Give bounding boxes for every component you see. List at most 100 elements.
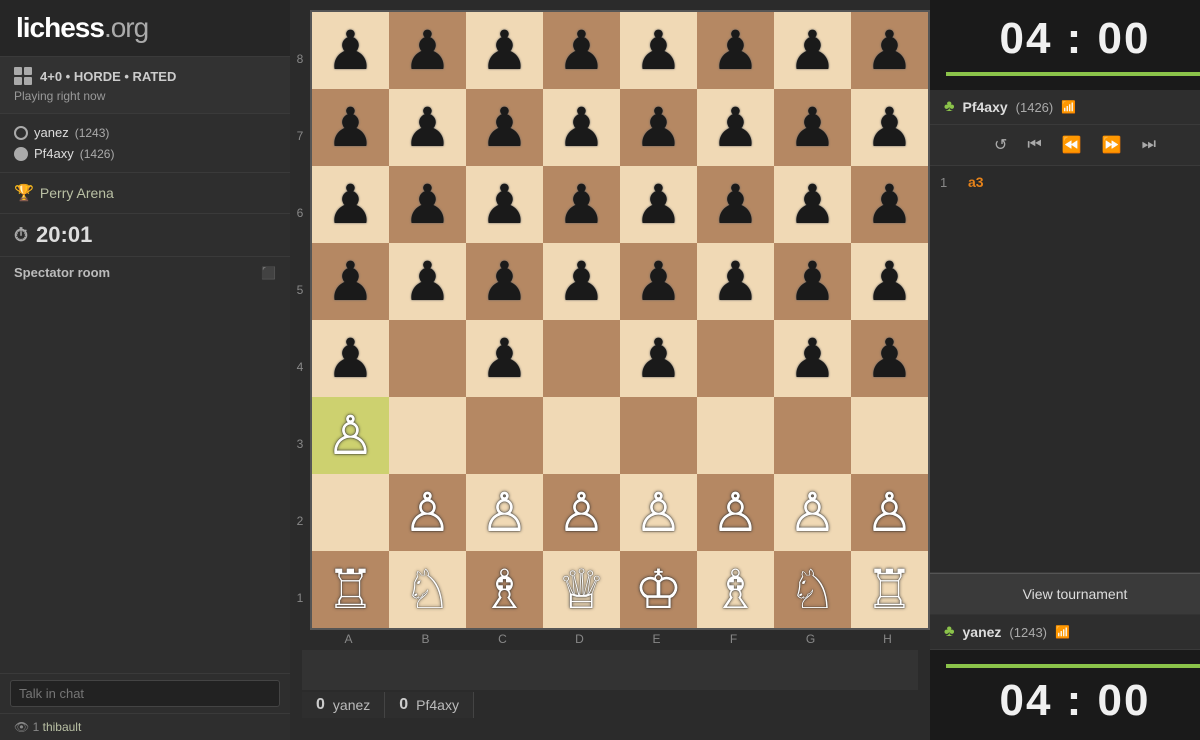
refresh-button[interactable]: ↺: [988, 131, 1013, 159]
player-rating-yanez: (1243): [75, 126, 110, 140]
piece-D2: ♙: [557, 486, 605, 540]
cell-A8[interactable]: ♟: [312, 12, 389, 89]
cell-H1[interactable]: ♖: [851, 551, 928, 628]
cell-D7[interactable]: ♟: [543, 89, 620, 166]
cell-H5[interactable]: ♟: [851, 243, 928, 320]
cell-E6[interactable]: ♟: [620, 166, 697, 243]
cell-A6[interactable]: ♟: [312, 166, 389, 243]
cell-D8[interactable]: ♟: [543, 12, 620, 89]
player-rating-pf4axy: (1426): [80, 147, 115, 161]
cell-F4[interactable]: [697, 320, 774, 397]
view-tournament-button[interactable]: View tournament: [930, 573, 1200, 615]
cell-G3[interactable]: [774, 397, 851, 474]
cell-G6[interactable]: ♟: [774, 166, 851, 243]
moves-area: 1 a3: [930, 166, 1200, 573]
cell-G1[interactable]: ♘: [774, 551, 851, 628]
cell-G5[interactable]: ♟: [774, 243, 851, 320]
cell-H4[interactable]: ♟: [851, 320, 928, 397]
cell-A5[interactable]: ♟: [312, 243, 389, 320]
cell-D6[interactable]: ♟: [543, 166, 620, 243]
cell-B6[interactable]: ♟: [389, 166, 466, 243]
cell-A2[interactable]: [312, 474, 389, 551]
piece-C5: ♟: [480, 255, 528, 309]
cell-D5[interactable]: ♟: [543, 243, 620, 320]
piece-E2: ♙: [634, 486, 682, 540]
chess-board[interactable]: ♟♟♟♟♟♟♟♟♟♟♟♟♟♟♟♟♟♟♟♟♟♟♟♟♟♟♟♟♟♟♟♟♟♟♟♟♟♙♙♙…: [310, 10, 930, 630]
rank-label-5: 5: [297, 251, 304, 328]
cell-H3[interactable]: [851, 397, 928, 474]
skip-start-button[interactable]: ⏮: [1021, 132, 1047, 158]
piece-F7: ♟: [711, 101, 759, 155]
cell-C3[interactable]: [466, 397, 543, 474]
cell-D2[interactable]: ♙: [543, 474, 620, 551]
cell-F7[interactable]: ♟: [697, 89, 774, 166]
piece-G8: ♟: [788, 24, 836, 78]
cell-F5[interactable]: ♟: [697, 243, 774, 320]
cell-D4[interactable]: [543, 320, 620, 397]
rank-labels: 12345678: [290, 20, 310, 636]
cell-F2[interactable]: ♙: [697, 474, 774, 551]
skip-end-button[interactable]: ⏭: [1136, 132, 1162, 158]
cell-G8[interactable]: ♟: [774, 12, 851, 89]
cell-B3[interactable]: [389, 397, 466, 474]
cell-E8[interactable]: ♟: [620, 12, 697, 89]
piece-A1: ♖: [326, 563, 374, 617]
cell-B4[interactable]: [389, 320, 466, 397]
cell-E1[interactable]: ♔: [620, 551, 697, 628]
expand-icon[interactable]: ⬛: [261, 266, 276, 280]
cell-F1[interactable]: ♗: [697, 551, 774, 628]
cell-B8[interactable]: ♟: [389, 12, 466, 89]
piece-D6: ♟: [557, 178, 605, 232]
cell-F3[interactable]: [697, 397, 774, 474]
chat-input[interactable]: [10, 680, 280, 707]
cell-A4[interactable]: ♟: [312, 320, 389, 397]
cell-D3[interactable]: [543, 397, 620, 474]
cell-F8[interactable]: ♟: [697, 12, 774, 89]
cell-A1[interactable]: ♖: [312, 551, 389, 628]
cell-C7[interactable]: ♟: [466, 89, 543, 166]
cell-F6[interactable]: ♟: [697, 166, 774, 243]
next-button[interactable]: ⏩: [1096, 131, 1128, 159]
timer-bottom: 04 : 00: [930, 650, 1200, 740]
cell-C2[interactable]: ♙: [466, 474, 543, 551]
player-row-pf4axy: Pf4axy (1426): [14, 143, 276, 164]
logo[interactable]: lichess.org: [0, 0, 290, 56]
piece-E4: ♟: [634, 332, 682, 386]
cell-H7[interactable]: ♟: [851, 89, 928, 166]
cell-D1[interactable]: ♕: [543, 551, 620, 628]
cell-G2[interactable]: ♙: [774, 474, 851, 551]
player-leaf-top: ♣: [944, 98, 955, 116]
game-status: Playing right now: [14, 89, 276, 103]
cell-B2[interactable]: ♙: [389, 474, 466, 551]
cell-E5[interactable]: ♟: [620, 243, 697, 320]
cell-G7[interactable]: ♟: [774, 89, 851, 166]
cell-C6[interactable]: ♟: [466, 166, 543, 243]
cell-B7[interactable]: ♟: [389, 89, 466, 166]
cell-B1[interactable]: ♘: [389, 551, 466, 628]
cell-C1[interactable]: ♗: [466, 551, 543, 628]
cell-A3[interactable]: ♙: [312, 397, 389, 474]
player-icon-pf4axy: [14, 147, 28, 161]
cell-E2[interactable]: ♙: [620, 474, 697, 551]
cell-C5[interactable]: ♟: [466, 243, 543, 320]
cell-G4[interactable]: ♟: [774, 320, 851, 397]
cell-B5[interactable]: ♟: [389, 243, 466, 320]
move-text[interactable]: a3: [968, 174, 984, 190]
cell-H2[interactable]: ♙: [851, 474, 928, 551]
tournament-title[interactable]: 🏆 Perry Arena: [14, 183, 276, 203]
cell-E7[interactable]: ♟: [620, 89, 697, 166]
cell-E3[interactable]: [620, 397, 697, 474]
cell-E4[interactable]: ♟: [620, 320, 697, 397]
cell-H6[interactable]: ♟: [851, 166, 928, 243]
cell-H8[interactable]: ♟: [851, 12, 928, 89]
chat-box: [0, 673, 290, 713]
piece-G4: ♟: [788, 332, 836, 386]
piece-B6: ♟: [403, 178, 451, 232]
cell-C8[interactable]: ♟: [466, 12, 543, 89]
tournament-box[interactable]: 🏆 Perry Arena: [0, 172, 290, 213]
cell-C4[interactable]: ♟: [466, 320, 543, 397]
prev-button[interactable]: ⏪: [1056, 131, 1088, 159]
piece-C1: ♗: [480, 563, 528, 617]
cell-A7[interactable]: ♟: [312, 89, 389, 166]
opponent-top-rating: (1426): [1016, 100, 1054, 115]
